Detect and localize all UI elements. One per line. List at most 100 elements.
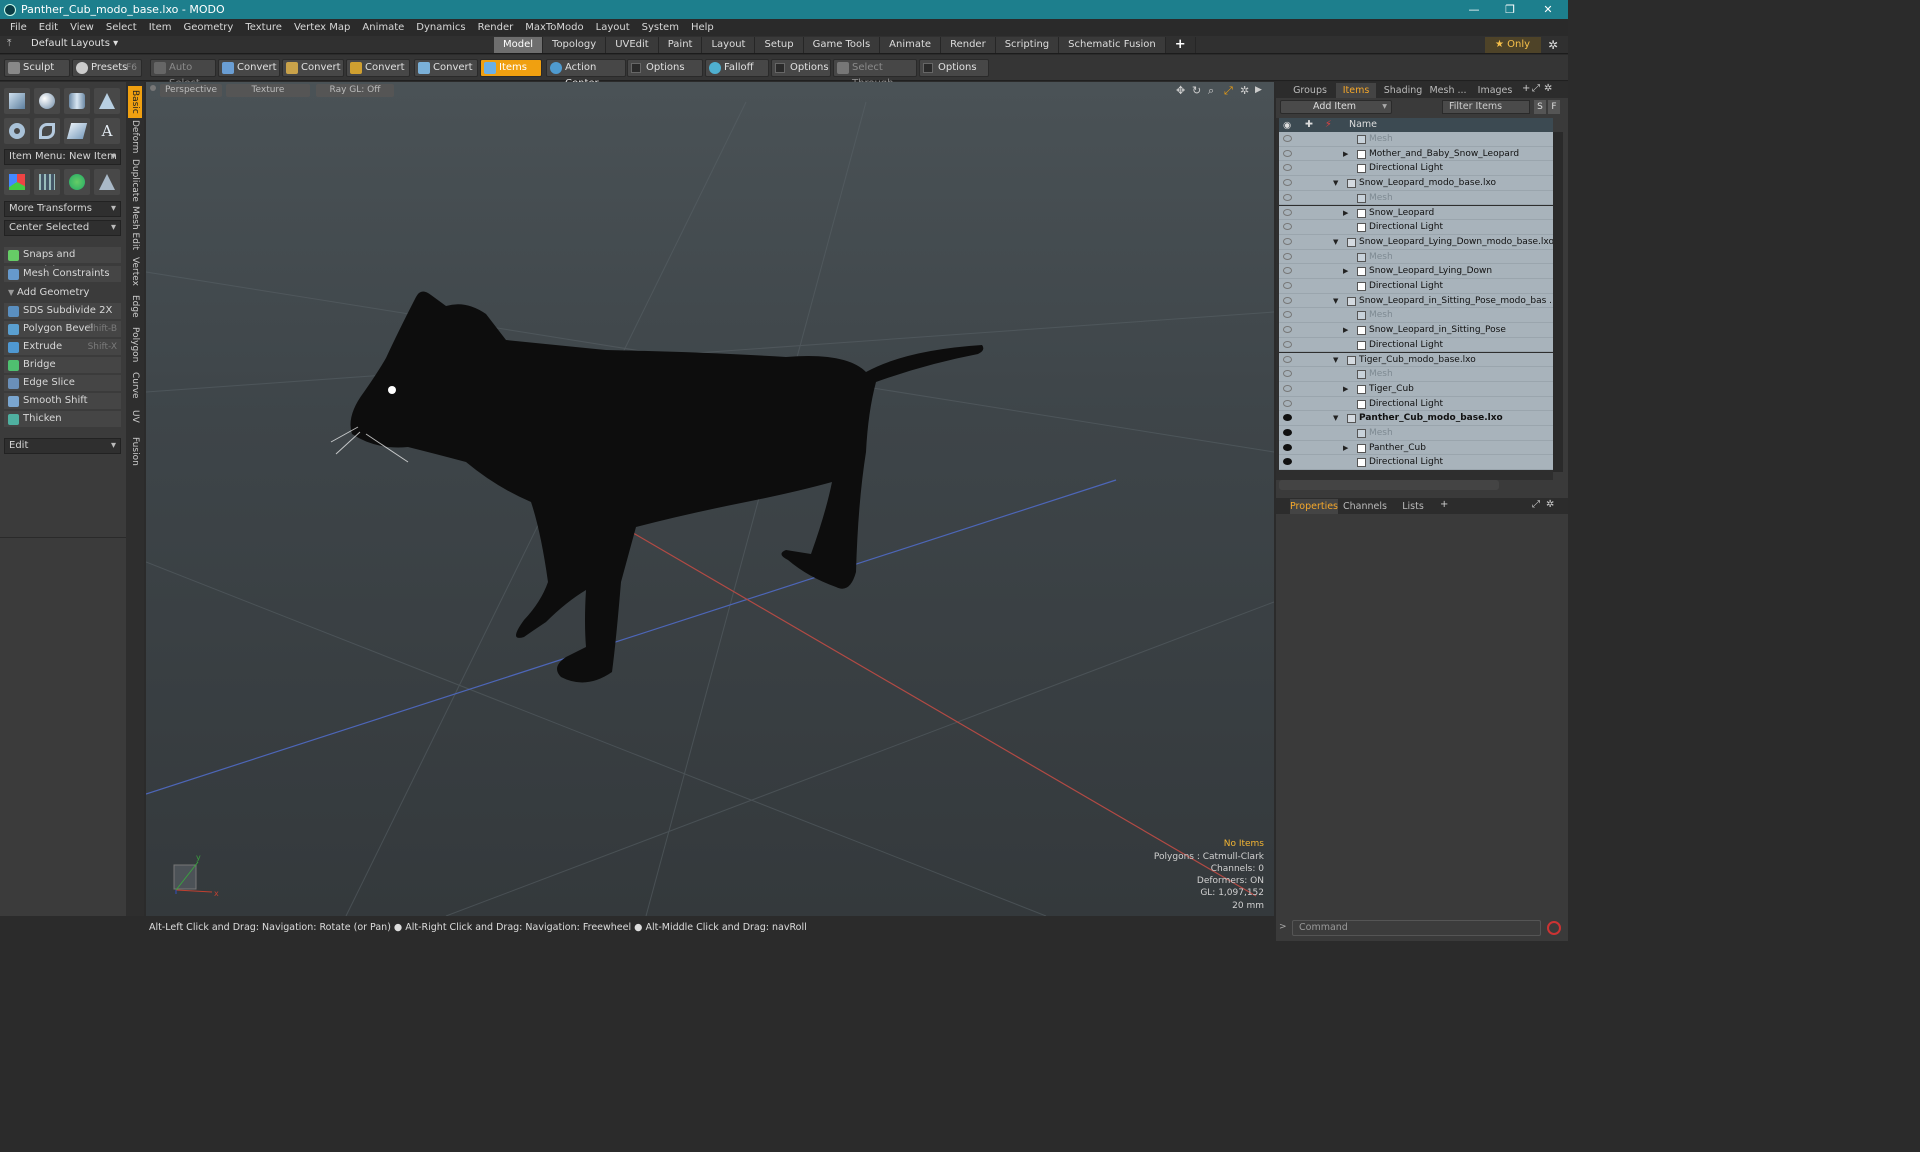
- expand-triangle-icon[interactable]: ▶: [1343, 382, 1348, 397]
- panther-cub-model[interactable]: [350, 291, 984, 683]
- perspective-tool-button[interactable]: [94, 169, 120, 195]
- tree-row[interactable]: Directional Light: [1279, 220, 1553, 235]
- menu-dynamics[interactable]: Dynamics: [416, 22, 465, 33]
- tab-paint[interactable]: Paint: [658, 37, 703, 53]
- tab-uvedit[interactable]: UVEdit: [606, 37, 659, 53]
- menu-system[interactable]: System: [642, 22, 679, 33]
- globe-tool-button[interactable]: [64, 169, 90, 195]
- tab-properties[interactable]: Properties: [1290, 499, 1338, 514]
- tree-row[interactable]: ▼ Panther_Cub_modo_base.lxo: [1279, 411, 1553, 426]
- vtab-polygon[interactable]: Polygon: [128, 326, 142, 364]
- sds-subdivide-button[interactable]: SDS Subdivide 2X: [4, 303, 121, 319]
- collapse-triangle-icon[interactable]: ▼: [1333, 176, 1338, 191]
- menu-layout[interactable]: Layout: [596, 22, 630, 33]
- only-toggle[interactable]: ★ Only: [1485, 37, 1541, 53]
- tree-row[interactable]: Directional Light: [1279, 337, 1553, 353]
- tree-row[interactable]: Directional Light: [1279, 455, 1553, 471]
- extrude-button[interactable]: Extrude Shift-X: [4, 339, 121, 355]
- menu-file[interactable]: File: [10, 22, 27, 33]
- items-mode-button[interactable]: Items: [480, 59, 542, 77]
- torus-primitive-button[interactable]: [4, 118, 30, 144]
- add-tab-icon[interactable]: +: [1522, 83, 1530, 94]
- thicken-button[interactable]: Thicken: [4, 411, 121, 427]
- cube-primitive-button[interactable]: [4, 88, 30, 114]
- vtab-fusion[interactable]: Fusion: [128, 434, 142, 468]
- auto-select-button[interactable]: Auto Select: [150, 59, 216, 89]
- collapse-triangle-icon[interactable]: ▼: [1333, 353, 1338, 368]
- visibility-eye-icon[interactable]: [1283, 458, 1292, 466]
- tree-horizontal-scrollbar[interactable]: [1279, 480, 1499, 490]
- filter-f-button[interactable]: F: [1548, 100, 1560, 114]
- vtab-duplicate[interactable]: Duplicate: [128, 158, 142, 202]
- lock-column-icon[interactable]: ✚: [1305, 119, 1313, 130]
- visibility-eye-icon[interactable]: [1283, 326, 1292, 334]
- tab-lists[interactable]: Lists: [1392, 499, 1434, 514]
- menu-maxtomodo[interactable]: MaxToModo: [525, 22, 583, 33]
- falloff-button[interactable]: Falloff: [705, 59, 769, 77]
- snaps-precision-button[interactable]: Snaps and Precision: [4, 247, 121, 276]
- tab-channels[interactable]: Channels: [1342, 499, 1388, 514]
- item-menu-dropdown[interactable]: Item Menu: New Item: [4, 149, 121, 165]
- menu-view[interactable]: View: [70, 22, 94, 33]
- smooth-shift-button[interactable]: Smooth Shift: [4, 393, 121, 409]
- add-geometry-header[interactable]: ▼ Add Geometry: [4, 285, 121, 301]
- options-button-1[interactable]: Options: [627, 59, 703, 77]
- options-checkbox-3[interactable]: [923, 63, 933, 73]
- tab-topology[interactable]: Topology: [543, 37, 607, 53]
- convert-button-2[interactable]: Convert: [282, 59, 344, 77]
- tree-row[interactable]: Mesh: [1279, 132, 1553, 147]
- tab-setup[interactable]: Setup: [755, 37, 804, 53]
- menu-item[interactable]: Item: [149, 22, 172, 33]
- tree-row[interactable]: Directional Light: [1279, 396, 1553, 412]
- expand-triangle-icon[interactable]: ▶: [1343, 206, 1348, 221]
- menu-help[interactable]: Help: [691, 22, 714, 33]
- collapse-triangle-icon[interactable]: ▼: [1333, 411, 1338, 426]
- vtab-uv[interactable]: UV: [128, 404, 142, 428]
- visibility-eye-icon[interactable]: [1283, 429, 1292, 436]
- tree-row[interactable]: ▶ Mother_and_Baby_Snow_Leopard: [1279, 146, 1553, 162]
- visibility-eye-icon[interactable]: [1283, 282, 1292, 289]
- mesh-constraints-button[interactable]: Mesh Constraints: [4, 266, 121, 282]
- tree-row[interactable]: Mesh: [1279, 308, 1553, 324]
- gear-icon[interactable]: ✲: [1548, 38, 1558, 52]
- tab-shading[interactable]: Shading: [1382, 83, 1424, 98]
- command-input[interactable]: Command: [1292, 920, 1541, 936]
- edit-dropdown[interactable]: Edit: [4, 438, 121, 454]
- convert-button-3[interactable]: Convert: [346, 59, 410, 77]
- visibility-eye-icon[interactable]: [1283, 149, 1292, 157]
- add-item-dropdown[interactable]: Add Item ▾: [1280, 100, 1392, 114]
- menu-select[interactable]: Select: [106, 22, 137, 33]
- tree-row[interactable]: Directional Light: [1279, 279, 1553, 294]
- tree-row[interactable]: ▶ Tiger_Cub: [1279, 381, 1553, 397]
- tab-schematic-fusion[interactable]: Schematic Fusion: [1059, 37, 1166, 53]
- visibility-eye-icon[interactable]: [1283, 370, 1292, 378]
- filter-items-input[interactable]: Filter Items: [1442, 100, 1530, 114]
- vtab-vertex[interactable]: Vertex: [128, 254, 142, 288]
- collapse-triangle-icon[interactable]: ▼: [1333, 294, 1338, 309]
- tree-row[interactable]: Mesh: [1279, 190, 1553, 206]
- tree-row[interactable]: ▼ Snow_Leopard_Lying_Down_modo_base.lxo: [1279, 234, 1554, 250]
- convert-button-1[interactable]: Convert: [218, 59, 280, 77]
- tab-images[interactable]: Images: [1474, 83, 1516, 98]
- tree-row[interactable]: Mesh: [1279, 249, 1553, 265]
- menu-texture[interactable]: Texture: [245, 22, 282, 33]
- collapse-triangle-icon[interactable]: ▼: [1333, 235, 1338, 250]
- vtab-edge[interactable]: Edge: [128, 292, 142, 320]
- presets-button[interactable]: Presets F6: [72, 59, 142, 77]
- visibility-eye-icon[interactable]: [1283, 179, 1292, 187]
- maximize-button[interactable]: ❐: [1492, 0, 1528, 19]
- cylinder-primitive-button[interactable]: [64, 88, 90, 114]
- name-column-header[interactable]: Name: [1349, 119, 1377, 130]
- expand-triangle-icon[interactable]: ▶: [1343, 441, 1348, 456]
- minimize-button[interactable]: —: [1456, 0, 1492, 19]
- visibility-eye-icon[interactable]: [1283, 164, 1292, 172]
- tube-primitive-button[interactable]: [34, 118, 60, 144]
- tab-items[interactable]: Items: [1336, 83, 1376, 98]
- tree-row[interactable]: ▼ Tiger_Cub_modo_base.lxo: [1279, 352, 1553, 368]
- cone-primitive-button[interactable]: [94, 88, 120, 114]
- vtab-deform[interactable]: Deform: [128, 120, 142, 154]
- sphere-primitive-button[interactable]: [34, 88, 60, 114]
- vtab-basic[interactable]: Basic: [128, 86, 142, 118]
- transform-button[interactable]: [4, 169, 30, 195]
- close-button[interactable]: ✕: [1530, 0, 1566, 19]
